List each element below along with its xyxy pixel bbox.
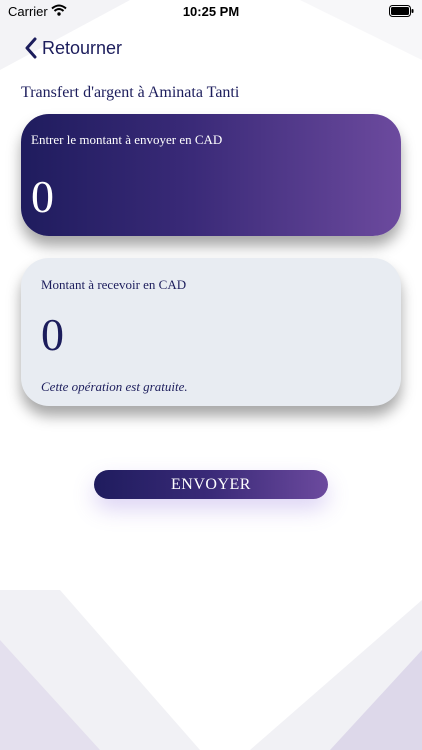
send-amount-label: Entrer le montant à envoyer en CAD (31, 132, 223, 147)
back-button[interactable]: Retourner (24, 34, 122, 62)
battery-icon (389, 5, 414, 17)
send-amount-input[interactable] (31, 170, 371, 223)
page-title: Transfert d'argent à Aminata Tanti (21, 84, 240, 101)
receive-amount-value: 0 (41, 309, 64, 360)
send-button[interactable]: ENVOYER (94, 470, 328, 499)
chevron-left-icon (25, 37, 37, 59)
status-bar: Carrier 10:25 PM (0, 0, 422, 22)
back-label: Retourner (42, 37, 123, 58)
background-decoration-bottom (0, 590, 422, 750)
receive-amount-card: Montant à recevoir en CAD 0 Cette opérat… (21, 258, 401, 406)
status-time: 10:25 PM (182, 4, 240, 19)
send-amount-card: Entrer le montant à envoyer en CAD (21, 114, 401, 236)
receive-amount-label: Montant à recevoir en CAD (41, 277, 187, 292)
fee-note: Cette opération est gratuite. (41, 379, 188, 394)
